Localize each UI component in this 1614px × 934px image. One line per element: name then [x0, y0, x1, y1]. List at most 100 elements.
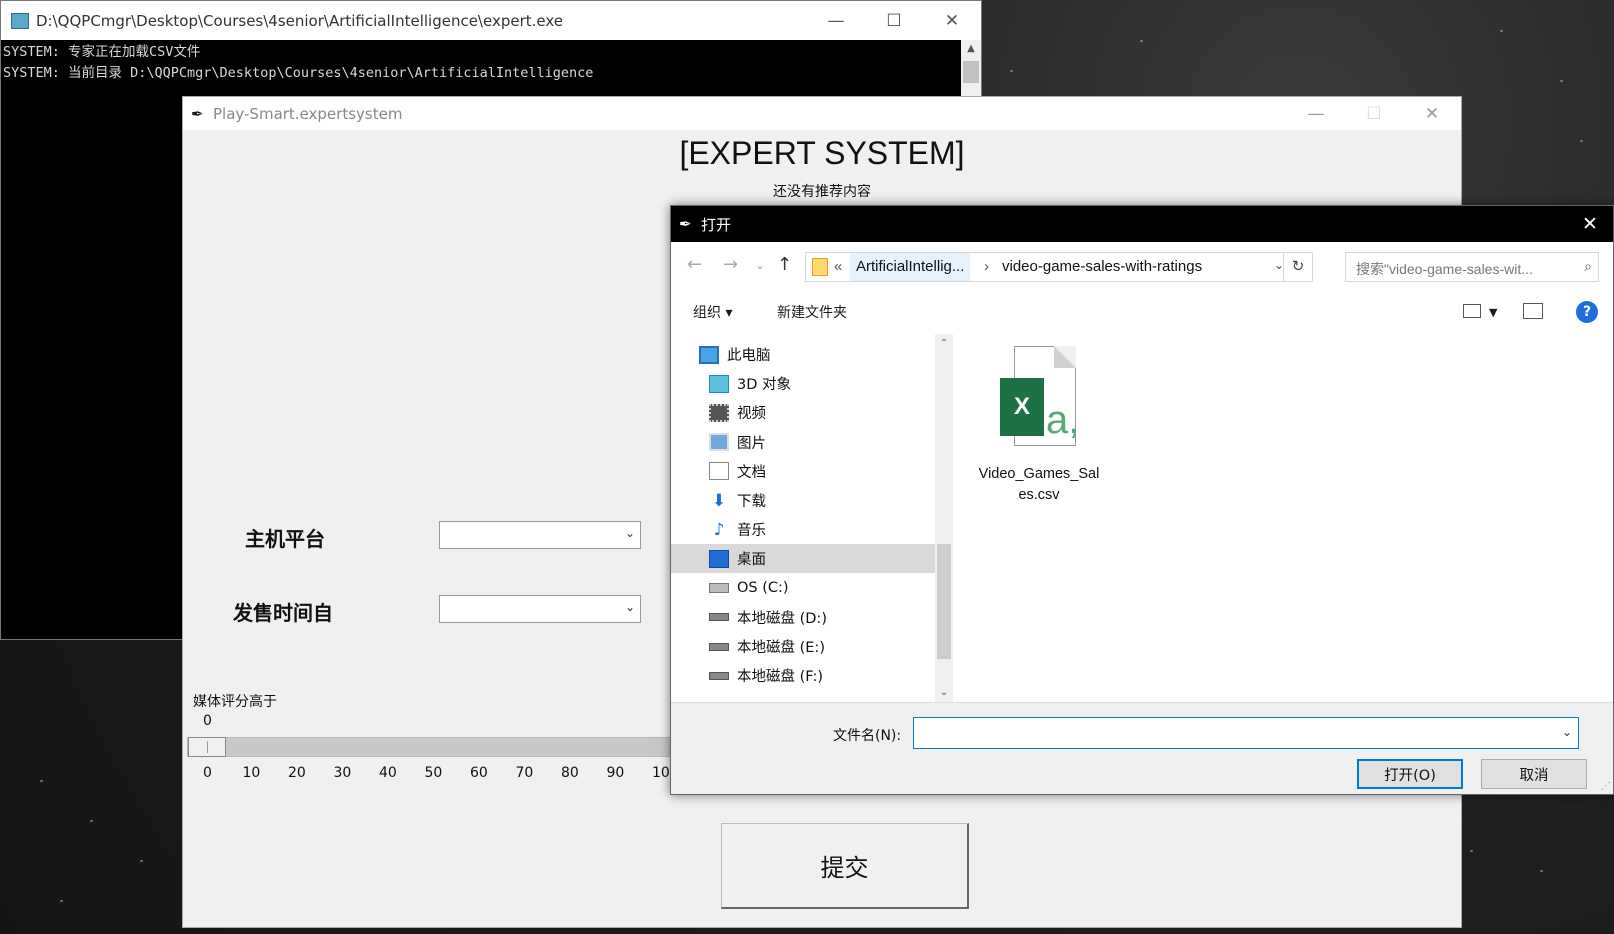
resize-grip-icon[interactable]: ⋰	[1601, 781, 1611, 792]
dialog-footer: 文件名(N): ⌄ 打开(O) 取消 ⋰	[671, 702, 1613, 794]
page-title: [EXPERT SYSTEM]	[679, 135, 965, 171]
scroll-up-icon[interactable]: ⌃	[935, 338, 953, 349]
drive-icon	[709, 671, 729, 680]
platform-select[interactable]: ⌄	[439, 521, 641, 549]
recent-chevron-icon[interactable]: ⌄	[755, 258, 765, 272]
slider-handle[interactable]	[188, 737, 226, 757]
dialog-titlebar[interactable]: ✒ 打开 ✕	[671, 206, 1613, 242]
up-arrow-icon[interactable]: ↑	[777, 254, 792, 275]
view-options-icon[interactable]	[1463, 304, 1481, 318]
help-icon[interactable]: ?	[1576, 301, 1598, 323]
critic-score-slider[interactable]	[187, 737, 677, 757]
nav-item[interactable]: 本地磁盘 (E:)	[671, 632, 935, 661]
document-icon	[709, 462, 729, 481]
scroll-thumb[interactable]	[937, 544, 951, 659]
nav-item-label: 本地磁盘 (D:)	[737, 610, 827, 627]
filename-label: 文件名(N):	[833, 728, 902, 744]
slider-tick-label: 20	[288, 765, 306, 781]
refresh-icon[interactable]: ↻	[1283, 253, 1312, 281]
nav-item-label: 文档	[737, 464, 766, 481]
nav-item-label: 下载	[737, 494, 766, 510]
nav-item[interactable]: 3D 对象	[671, 369, 935, 398]
nav-item-label: 本地磁盘 (E:)	[737, 640, 825, 656]
slider-tick-label: 60	[470, 765, 488, 781]
scroll-down-icon[interactable]: ⌄	[935, 687, 953, 698]
slider-tick-label: 0	[203, 765, 212, 781]
chevron-down-icon[interactable]: ⌄	[1562, 725, 1572, 739]
filename-input[interactable]: ⌄	[913, 717, 1579, 749]
dialog-title: 打开	[701, 215, 732, 234]
nav-item-label: 图片	[737, 435, 766, 452]
breadcrumb-item[interactable]: video-game-sales-with-ratings	[1002, 253, 1202, 281]
nav-item[interactable]: ♪ 音乐	[671, 515, 935, 544]
nav-item[interactable]: OS (C:)	[671, 574, 935, 603]
search-input[interactable]: 搜索"video-game-sales-wit... ⌕	[1345, 252, 1599, 282]
submit-button[interactable]: 提交	[721, 823, 969, 909]
slider-tick-label: 10	[242, 765, 261, 781]
chevron-down-icon: ⌄	[624, 600, 635, 614]
feather-icon: ✒	[679, 215, 692, 233]
expert-titlebar[interactable]: ✒ Play-Smart.expertsystem — ☐ ✕	[183, 97, 1461, 130]
maximize-button[interactable]: ☐	[1345, 97, 1403, 130]
organize-button[interactable]: 组织 ▾	[693, 302, 732, 322]
file-list: X a, Video_Games_Sales.csv	[953, 334, 1613, 702]
preview-pane-icon[interactable]	[1523, 303, 1543, 319]
forward-arrow-icon[interactable]: →	[723, 254, 738, 275]
platform-label: 主机平台	[245, 527, 325, 551]
nav-item[interactable]: 此电脑	[671, 340, 935, 369]
breadcrumb-item[interactable]: ArtificialIntellig...	[850, 253, 971, 281]
nav-item-label: 桌面	[737, 552, 766, 569]
navigation-scrollbar[interactable]: ⌃ ⌄	[935, 334, 953, 702]
chevron-down-icon[interactable]: ▼	[1489, 306, 1497, 319]
nav-item[interactable]: 桌面	[671, 544, 935, 574]
desktop-icon	[709, 549, 729, 568]
minimize-button[interactable]: —	[1287, 97, 1345, 130]
search-icon[interactable]: ⌕	[1584, 258, 1592, 275]
open-button[interactable]: 打开(O)	[1357, 759, 1463, 789]
maximize-button[interactable]: ☐	[865, 1, 923, 40]
scroll-thumb[interactable]	[963, 61, 979, 83]
close-icon[interactable]: ✕	[1567, 206, 1613, 242]
chevron-down-icon: ⌄	[624, 526, 635, 540]
console-titlebar[interactable]: D:\QQPCmgr\Desktop\Courses\4senior\Artif…	[1, 1, 981, 40]
address-bar[interactable]: « ArtificialIntellig... › video-game-sal…	[805, 252, 1313, 282]
console-scrollbar[interactable]: ▲	[961, 40, 981, 96]
open-file-dialog: ✒ 打开 ✕ ← → ⌄ ↑ « ArtificialIntellig... ›…	[670, 205, 1614, 795]
nav-item-label: 此电脑	[727, 348, 771, 364]
navigation-pane: 此电脑 3D 对象 视频图片文档 ⬇ 下载 ♪ 音乐桌面 OS (C:) 本地磁盘 (D:) 本地…	[671, 334, 945, 702]
console-line: SYSTEM: 当前目录 D:\QQPCmgr\Desktop\Courses\…	[3, 65, 594, 81]
chevron-right-icon[interactable]: ›	[984, 258, 989, 275]
nav-item[interactable]: 本地磁盘 (F:)	[671, 661, 935, 690]
new-folder-button[interactable]: 新建文件夹	[777, 302, 847, 322]
back-arrow-icon[interactable]: ←	[687, 254, 702, 275]
expert-title: Play-Smart.expertsystem	[213, 104, 403, 123]
download-icon: ⬇	[711, 490, 727, 511]
slider-tick-label: 40	[379, 765, 397, 781]
cancel-button[interactable]: 取消	[1481, 759, 1587, 789]
slider-tick-label: 80	[561, 765, 579, 781]
drive-icon	[709, 613, 729, 622]
scroll-up-icon[interactable]: ▲	[961, 40, 981, 58]
slider-tick-label: 90	[606, 765, 625, 781]
close-button[interactable]: ✕	[923, 1, 981, 40]
nav-item[interactable]: 本地磁盘 (D:)	[671, 603, 935, 632]
critic-score-label: 媒体评分高于	[193, 694, 277, 710]
slider-tick-label: 30	[333, 765, 352, 781]
release-year-select[interactable]: ⌄	[439, 595, 641, 623]
excel-csv-icon: X a,	[1000, 346, 1079, 450]
nav-item[interactable]: ⬇ 下载	[671, 486, 935, 515]
close-button[interactable]: ✕	[1403, 97, 1461, 130]
computer-icon	[699, 345, 719, 364]
nav-item[interactable]: 视频	[671, 398, 935, 427]
critic-score-value: 0	[203, 713, 212, 729]
nav-item[interactable]: 文档	[671, 457, 935, 486]
folder-icon	[812, 258, 828, 276]
slider-tick-label: 70	[515, 765, 534, 781]
slider-tick-label: 50	[424, 765, 443, 781]
video-icon	[709, 403, 729, 422]
release-year-label: 发售时间自	[233, 601, 333, 625]
breadcrumb-overflow[interactable]: «	[834, 258, 842, 275]
minimize-button[interactable]: —	[807, 1, 865, 40]
nav-item[interactable]: 图片	[671, 428, 935, 457]
file-item[interactable]: X a, Video_Games_Sales.csv	[977, 346, 1101, 506]
